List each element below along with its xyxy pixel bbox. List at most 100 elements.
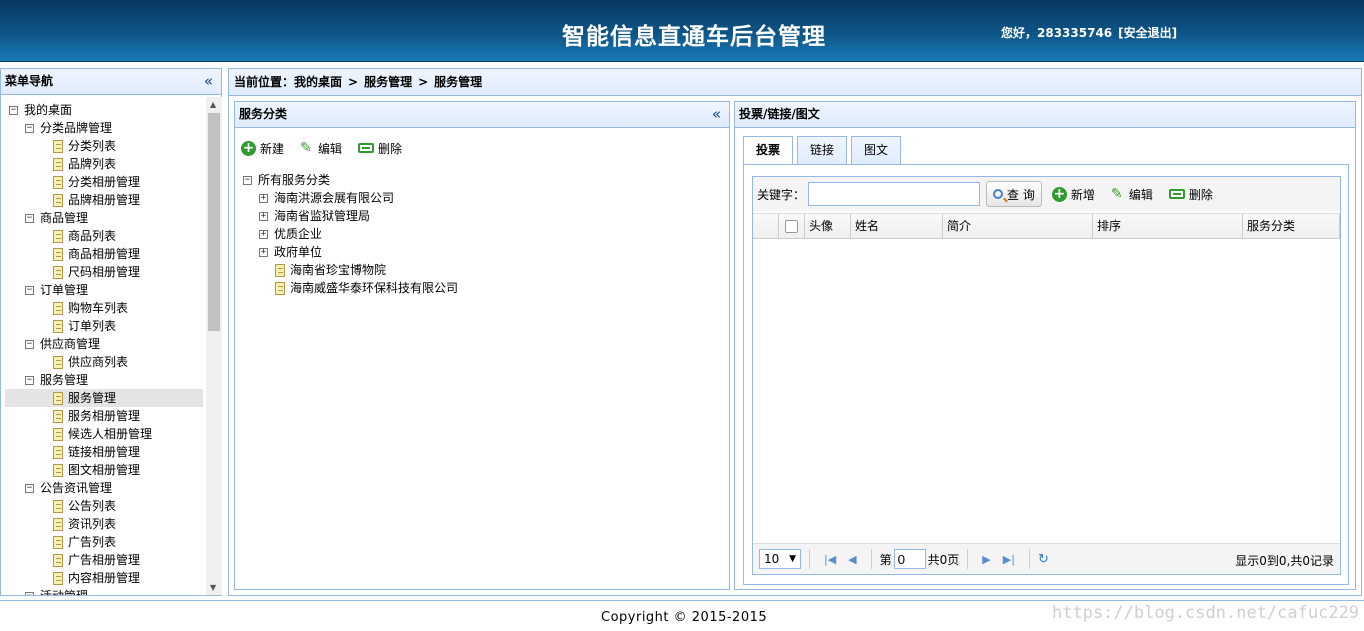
sidebar-item[interactable]: 服务相册管理 xyxy=(5,407,203,425)
collapse-tree-icon[interactable]: − xyxy=(25,286,34,295)
column-header[interactable]: 姓名 xyxy=(851,214,943,239)
keyword-input[interactable] xyxy=(808,182,981,206)
sidebar-item[interactable]: 候选人相册管理 xyxy=(5,425,203,443)
sidebar-item[interactable]: − 活动管理 xyxy=(5,587,203,595)
tree-node-label: 广告列表 xyxy=(68,535,117,549)
logout-link[interactable]: [安全退出] xyxy=(1118,26,1177,40)
data-grid: 关键字： 查 询 + 新增 ✎ 编辑 删除 头像 姓名 简介 排序 服务分类 10 … xyxy=(752,176,1341,575)
delete-icon xyxy=(1168,189,1185,199)
sidebar-item[interactable]: 供应商列表 xyxy=(5,353,203,371)
collapse-tree-icon[interactable]: − xyxy=(25,376,34,385)
page-number-input[interactable] xyxy=(893,549,926,569)
double-chevron-left-icon[interactable]: « xyxy=(204,69,213,94)
tree-node[interactable]: 海南省珍宝博物院 xyxy=(243,261,458,279)
delete-label: 删除 xyxy=(1188,187,1213,202)
collapse-tree-icon[interactable]: − xyxy=(243,176,252,185)
edit-button[interactable]: ✎ 编辑 xyxy=(1111,186,1153,203)
next-page-icon[interactable]: ▶ xyxy=(982,553,990,566)
collapse-tree-icon[interactable]: − xyxy=(9,106,18,115)
collapse-tree-icon[interactable]: − xyxy=(25,214,34,223)
tree-node-label: 公告资讯管理 xyxy=(40,481,113,495)
tab-vote[interactable]: 投票 xyxy=(743,136,794,165)
sidebar-item[interactable]: 尺码相册管理 xyxy=(5,263,203,281)
sidebar-item[interactable]: 购物车列表 xyxy=(5,299,203,317)
document-icon xyxy=(275,282,285,295)
new-button[interactable]: + 新建 xyxy=(241,140,284,157)
sidebar-item[interactable]: − 我的桌面 xyxy=(5,101,203,119)
tree-node[interactable]: + 海南省监狱管理局 xyxy=(243,207,458,225)
grid-header: 头像 姓名 简介 排序 服务分类 xyxy=(753,213,1340,239)
edit-button[interactable]: ✎ 编辑 xyxy=(300,140,342,157)
tab-graphic[interactable]: 图文 xyxy=(851,136,902,164)
expand-icon[interactable]: + xyxy=(259,230,268,239)
tree-node[interactable]: + 政府单位 xyxy=(243,243,458,261)
expand-icon[interactable]: + xyxy=(259,212,268,221)
collapse-tree-icon[interactable]: − xyxy=(25,124,34,133)
scroll-up-icon[interactable]: ▲ xyxy=(210,100,216,109)
column-header[interactable]: 服务分类 xyxy=(1243,214,1340,239)
expand-icon[interactable]: + xyxy=(259,194,268,203)
collapse-tree-icon[interactable]: − xyxy=(25,592,34,595)
sidebar-item[interactable]: 品牌相册管理 xyxy=(5,191,203,209)
breadcrumb-item[interactable]: 我的桌面 xyxy=(294,75,342,89)
page-size-select[interactable]: 10 xyxy=(759,549,801,569)
sidebar-item[interactable]: 商品列表 xyxy=(5,227,203,245)
sidebar-item[interactable]: − 分类品牌管理 xyxy=(5,119,203,137)
expand-icon[interactable]: + xyxy=(259,248,268,257)
sidebar-item[interactable]: 订单列表 xyxy=(5,317,203,335)
sidebar-item[interactable]: 分类相册管理 xyxy=(5,173,203,191)
sidebar-item[interactable]: 图文相册管理 xyxy=(5,461,203,479)
sidebar-item[interactable]: 分类列表 xyxy=(5,137,203,155)
tree-node[interactable]: 海南威盛华泰环保科技有限公司 xyxy=(243,279,458,297)
new-label: 新建 xyxy=(260,141,285,156)
collapse-tree-icon[interactable]: − xyxy=(25,484,34,493)
sidebar-item[interactable]: 资讯列表 xyxy=(5,515,203,533)
sidebar-item[interactable]: 商品相册管理 xyxy=(5,245,203,263)
sidebar-item[interactable]: 内容相册管理 xyxy=(5,569,203,587)
delete-button[interactable]: 删除 xyxy=(1168,186,1213,203)
sidebar-item[interactable]: 广告列表 xyxy=(5,533,203,551)
app-title: 智能信息直通车后台管理 xyxy=(562,24,826,50)
sidebar-item[interactable]: 公告列表 xyxy=(5,497,203,515)
sidebar-item[interactable]: 服务管理 xyxy=(5,389,203,407)
sidebar-item[interactable]: − 订单管理 xyxy=(5,281,203,299)
prev-page-icon[interactable]: ◀ xyxy=(848,553,856,566)
sidebar-item[interactable]: 链接相册管理 xyxy=(5,443,203,461)
column-header[interactable]: 简介 xyxy=(943,214,1093,239)
search-button[interactable]: 查 询 xyxy=(986,181,1042,207)
tree-node-label: 候选人相册管理 xyxy=(68,427,153,441)
select-all-checkbox[interactable] xyxy=(785,220,798,233)
sidebar-item[interactable]: − 服务管理 xyxy=(5,371,203,389)
tree-node[interactable]: + 海南洪源会展有限公司 xyxy=(243,189,458,207)
tree-node-label: 服务管理 xyxy=(68,391,117,405)
first-page-icon[interactable]: |◀ xyxy=(824,553,836,566)
tree-node-label: 商品管理 xyxy=(40,211,89,225)
delete-button[interactable]: 删除 xyxy=(358,140,402,157)
scroll-down-icon[interactable]: ▼ xyxy=(210,583,216,592)
sidebar-item[interactable]: 广告相册管理 xyxy=(5,551,203,569)
sidebar-item[interactable]: − 供应商管理 xyxy=(5,335,203,353)
sidebar-item[interactable]: 品牌列表 xyxy=(5,155,203,173)
document-icon xyxy=(53,410,63,423)
last-page-icon[interactable]: ▶| xyxy=(1003,553,1015,566)
tree-node[interactable]: + 优质企业 xyxy=(243,225,458,243)
sidebar-scrollbar[interactable]: ▲ ▼ xyxy=(206,97,222,595)
column-header[interactable]: 排序 xyxy=(1093,214,1243,239)
double-chevron-left-icon[interactable]: « xyxy=(712,102,721,127)
breadcrumb-item: 服务管理 xyxy=(434,75,483,89)
add-button[interactable]: + 新增 xyxy=(1051,186,1095,203)
column-header[interactable]: 头像 xyxy=(805,214,851,239)
tree-node-label: 海南洪源会展有限公司 xyxy=(274,191,395,205)
document-icon xyxy=(53,230,63,243)
tree-node[interactable]: − 所有服务分类 xyxy=(243,171,458,189)
document-icon xyxy=(53,464,63,477)
collapse-tree-icon[interactable]: − xyxy=(25,340,34,349)
tree-node-label: 广告相册管理 xyxy=(68,553,141,567)
tree-node-label: 服务相册管理 xyxy=(68,409,141,423)
sidebar-item[interactable]: − 公告资讯管理 xyxy=(5,479,203,497)
tab-link[interactable]: 链接 xyxy=(797,136,848,164)
scrollbar-thumb[interactable] xyxy=(208,113,220,331)
refresh-icon[interactable]: ↻ xyxy=(1038,552,1049,567)
breadcrumb-item[interactable]: 服务管理 xyxy=(364,75,412,89)
sidebar-item[interactable]: − 商品管理 xyxy=(5,209,203,227)
